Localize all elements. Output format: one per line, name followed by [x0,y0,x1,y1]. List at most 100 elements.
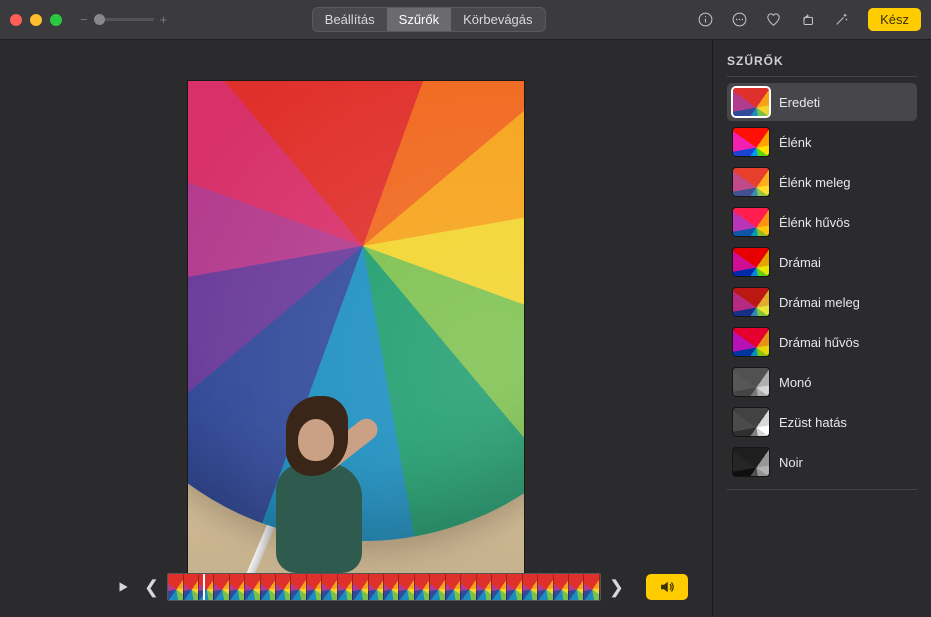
filter-thumb [733,448,769,476]
filter-item-mono[interactable]: Monó [727,363,917,401]
filmstrip-frame [276,574,291,600]
favorite-button[interactable] [758,7,788,32]
filter-label: Élénk meleg [779,175,851,190]
filmstrip-frame [399,574,414,600]
play-button[interactable] [110,574,136,600]
filter-label: Drámai hűvös [779,335,859,350]
filters-sidebar: SZŰRŐK Eredeti Élénk Élénk meleg Élénk hűvö… [713,40,931,617]
playhead[interactable] [203,573,205,601]
filmstrip-frame [199,574,214,600]
filter-thumb [733,328,769,356]
zoom-track[interactable] [94,18,154,21]
more-icon [731,11,748,28]
filter-label: Monó [779,375,812,390]
filter-thumb [733,408,769,436]
play-icon [116,580,130,594]
filmstrip-frame [168,574,183,600]
filter-thumb [733,368,769,396]
filmstrip-frame [353,574,368,600]
filmstrip-frame [214,574,229,600]
playback-bar: ❮ ❯ [110,571,688,603]
filter-thumb [733,208,769,236]
video-filmstrip[interactable] [167,573,601,601]
divider [727,489,917,490]
auto-enhance-button[interactable] [826,7,856,32]
info-icon [697,11,714,28]
filter-thumb [733,248,769,276]
filter-label: Eredeti [779,95,820,110]
filter-label: Noir [779,455,803,470]
zoom-knob[interactable] [94,14,105,25]
filter-thumb [733,288,769,316]
rotate-icon [799,11,816,28]
zoom-in-icon: + [160,12,168,27]
trim-end-handle[interactable]: ❯ [607,577,626,598]
filmstrip-frame [446,574,461,600]
filmstrip-frame [322,574,337,600]
filmstrip-frame [338,574,353,600]
filter-thumb [733,168,769,196]
filter-label: Drámai meleg [779,295,860,310]
filmstrip-frame [430,574,445,600]
filmstrip-frame [369,574,384,600]
filmstrip-frame [384,574,399,600]
photo-preview[interactable] [188,81,524,583]
canvas-area: ❮ ❯ [0,40,713,617]
filmstrip-frame [492,574,507,600]
toolbar-icons [690,7,856,32]
rotate-button[interactable] [792,7,822,32]
info-button[interactable] [690,7,720,32]
filmstrip-frame [538,574,553,600]
filter-thumb [733,88,769,116]
filmstrip-frame [554,574,569,600]
filter-item-vivid-cool[interactable]: Élénk hűvös [727,203,917,241]
filmstrip-frame [507,574,522,600]
filmstrip-frame [477,574,492,600]
tab-filters[interactable]: Szűrők [387,8,451,31]
filmstrip-frame [415,574,430,600]
done-button[interactable]: Kész [868,8,921,31]
filmstrip-frame [461,574,476,600]
heart-icon [765,11,782,28]
toolbar: − + Beállítás Szűrők Körbevágás Kész [0,0,931,40]
trim-start-handle[interactable]: ❮ [142,577,161,598]
editor-mode-tabs: Beállítás Szűrők Körbevágás [312,7,546,32]
tab-adjust[interactable]: Beállítás [313,8,387,31]
close-window-button[interactable] [10,14,22,26]
filter-label: Ezüst hatás [779,415,847,430]
filmstrip-frame [230,574,245,600]
filter-item-dramatic-warm[interactable]: Drámai meleg [727,283,917,321]
filter-label: Élénk [779,135,812,150]
filmstrip-frame [245,574,260,600]
filmstrip-frame [184,574,199,600]
filmstrip-frame [569,574,584,600]
filmstrip-frame [307,574,322,600]
window-controls [10,14,62,26]
sidebar-title: SZŰRŐK [727,54,917,68]
zoom-window-button[interactable] [50,14,62,26]
filmstrip-frame [291,574,306,600]
tab-crop[interactable]: Körbevágás [451,8,544,31]
filter-item-silvertone[interactable]: Ezüst hatás [727,403,917,441]
filmstrip-frame [523,574,538,600]
filter-item-dramatic-cool[interactable]: Drámai hűvös [727,323,917,361]
volume-button[interactable] [646,574,688,600]
filter-list: Eredeti Élénk Élénk meleg Élénk hűvös Drámai… [727,83,917,481]
filter-item-dramatic[interactable]: Drámai [727,243,917,281]
minimize-window-button[interactable] [30,14,42,26]
filmstrip-frame [584,574,599,600]
filter-thumb [733,128,769,156]
filter-item-vivid[interactable]: Élénk [727,123,917,161]
divider [727,76,917,77]
filter-label: Drámai [779,255,821,270]
zoom-slider[interactable]: − + [80,12,167,27]
wand-icon [833,11,850,28]
filter-item-original[interactable]: Eredeti [727,83,917,121]
filmstrip-frame [261,574,276,600]
filter-item-vivid-warm[interactable]: Élénk meleg [727,163,917,201]
filter-item-noir[interactable]: Noir [727,443,917,481]
more-button[interactable] [724,7,754,32]
volume-icon [658,578,676,596]
zoom-out-icon: − [80,12,88,27]
filter-label: Élénk hűvös [779,215,850,230]
